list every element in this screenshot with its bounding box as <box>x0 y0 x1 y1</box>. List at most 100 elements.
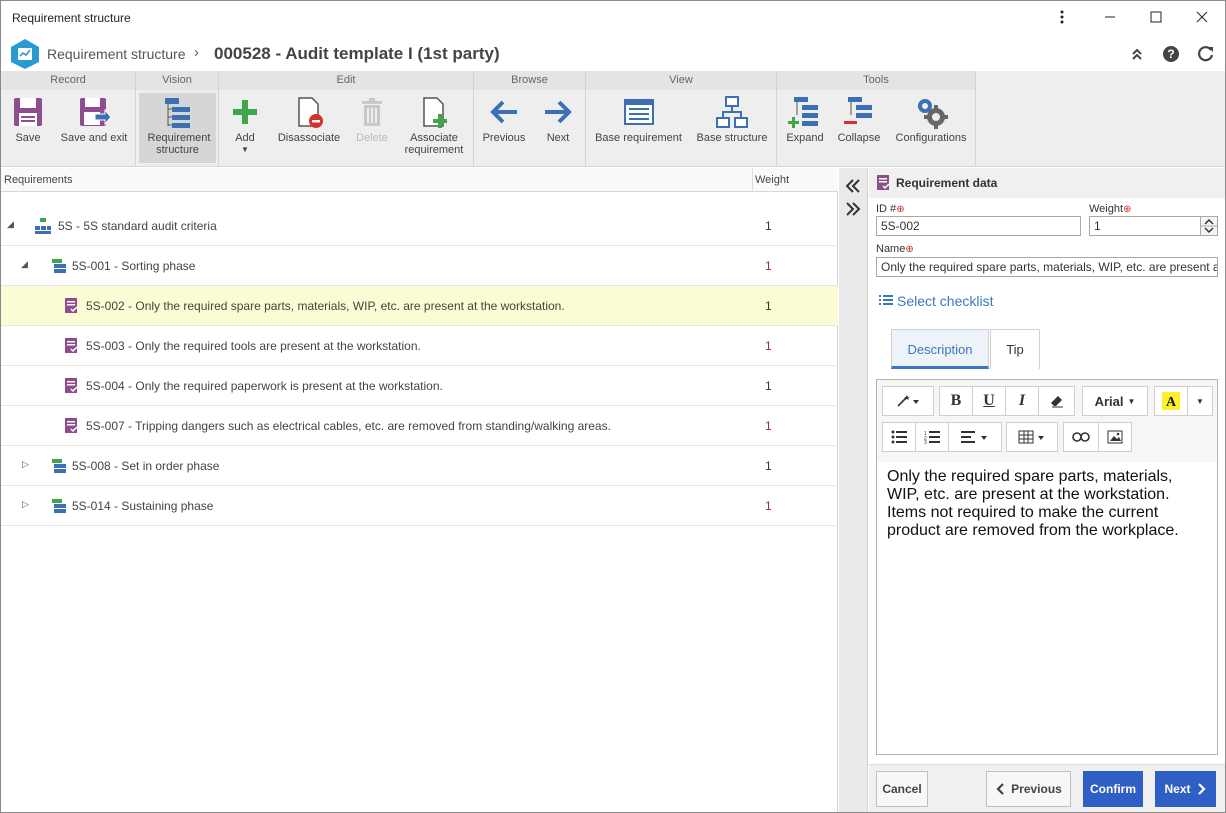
app-window: Requirement structure Requirement struct… <box>0 0 1226 813</box>
base-structure-button[interactable]: Base structure <box>692 93 772 163</box>
tree-row-label: 5S-003 - Only the required tools are pre… <box>86 339 421 353</box>
next-button-label: Next <box>1164 782 1191 796</box>
column-header-requirements[interactable]: Requirements <box>4 174 72 186</box>
save-label: Save <box>15 132 41 144</box>
refresh-icon[interactable] <box>1196 44 1216 64</box>
more-options-icon[interactable] <box>1039 1 1085 33</box>
select-checklist-link[interactable]: Select checklist <box>897 293 993 309</box>
tree-row[interactable]: 5S-004 - Only the required paperwork is … <box>1 366 838 406</box>
help-icon[interactable]: ? <box>1161 44 1181 64</box>
previous-button[interactable]: Previous <box>986 771 1071 807</box>
ribbon-group-title: Edit <box>219 71 473 90</box>
previous-label: Previous <box>482 132 526 144</box>
collapse-left-icon[interactable] <box>844 177 862 195</box>
image-insert-button[interactable] <box>1098 422 1132 452</box>
underline-button[interactable]: U <box>972 386 1006 416</box>
requirements-tree-panel: Requirements Weight ◢ 5S - 5S standard a… <box>1 168 838 812</box>
bullet-list-button[interactable] <box>882 422 916 452</box>
table-insert-button[interactable] <box>1006 422 1058 452</box>
group-icon <box>50 458 66 474</box>
column-divider[interactable] <box>752 168 753 192</box>
tree-row[interactable]: ◢ 5S - 5S standard audit criteria 1 <box>1 206 838 246</box>
collapse-right-icon[interactable] <box>844 200 862 218</box>
ribbon-group-browse: Browse Previous Next <box>474 71 586 167</box>
id-field[interactable]: 5S-002 <box>876 216 1081 236</box>
tree-row[interactable]: ◢ 5S-001 - Sorting phase 1 <box>1 246 838 286</box>
numbered-list-button[interactable]: 123 <box>915 422 949 452</box>
weight-field[interactable]: 1 <box>1089 216 1202 236</box>
requirement-structure-button[interactable]: Requirement structure <box>139 93 216 163</box>
maximize-button[interactable] <box>1133 1 1179 33</box>
collapse-toggle-icon[interactable]: ◢ <box>7 219 14 230</box>
expand-icon <box>788 95 822 129</box>
chevron-left-icon <box>996 783 1004 795</box>
panel-splitter[interactable] <box>839 168 868 812</box>
list-icon <box>879 294 893 309</box>
align-select[interactable] <box>948 422 1002 452</box>
font-select[interactable]: Arial ▼ <box>1082 386 1148 416</box>
panel-title: Requirement data <box>896 176 998 190</box>
link-button[interactable] <box>1063 422 1099 452</box>
name-field[interactable]: Only the required spare parts, materials… <box>876 257 1218 277</box>
tree-row[interactable]: 5S-003 - Only the required tools are pre… <box>1 326 838 366</box>
base-requirement-button[interactable]: Base requirement <box>592 93 685 163</box>
disassociate-button[interactable]: Disassociate <box>273 93 345 163</box>
tree-row-label: 5S-004 - Only the required paperwork is … <box>86 379 443 393</box>
tree-row-weight: 1 <box>765 219 772 233</box>
column-header-weight[interactable]: Weight <box>755 174 789 186</box>
magic-format-button[interactable] <box>882 386 934 416</box>
base-requirement-icon <box>622 95 656 129</box>
required-icon: ⊕ <box>896 204 905 215</box>
expand-button[interactable]: Expand <box>781 93 829 163</box>
svg-text:A: A <box>1166 395 1177 410</box>
next-ribbon-button[interactable]: Next <box>536 93 580 163</box>
tree-row-weight: 1 <box>765 419 772 433</box>
ribbon-group-vision: Vision Requirement structure <box>136 71 219 167</box>
name-field-label: Name⊕ <box>876 243 914 255</box>
tab-tip[interactable]: Tip <box>990 329 1040 369</box>
expand-toggle-icon[interactable]: ▷ <box>22 499 29 510</box>
collapse-up-icon[interactable] <box>1127 44 1147 64</box>
base-structure-icon <box>715 95 749 129</box>
expand-toggle-icon[interactable]: ▷ <box>22 459 29 470</box>
collapse-toggle-icon[interactable]: ◢ <box>21 259 28 270</box>
chevron-right-icon <box>1197 783 1206 795</box>
page-header: Requirement structure › 000528 - Audit t… <box>1 35 1225 71</box>
weight-stepper[interactable] <box>1200 216 1218 236</box>
next-button[interactable]: Next <box>1155 771 1216 807</box>
configurations-button[interactable]: Configurations <box>891 93 971 163</box>
tree-row[interactable]: ▷ 5S-014 - Sustaining phase 1 <box>1 486 838 526</box>
associate-requirement-label: Associate requirement <box>404 132 464 156</box>
collapse-button[interactable]: Collapse <box>833 93 885 163</box>
associate-requirement-button[interactable]: Associate requirement <box>399 93 469 163</box>
title-bar: Requirement structure <box>1 1 1225 35</box>
ribbon-group-edit: Edit Add ▼ Disassociate Delete Associate… <box>219 71 474 167</box>
ribbon-group-tools: Tools Expand Collapse Configurations <box>777 71 976 167</box>
tab-description[interactable]: Description <box>891 329 989 369</box>
description-text[interactable]: Only the required spare parts, materials… <box>887 468 1207 540</box>
cancel-button[interactable]: Cancel <box>876 771 928 807</box>
base-structure-label: Base structure <box>696 132 768 144</box>
delete-button[interactable]: Delete <box>352 93 392 163</box>
ribbon-group-title: Record <box>1 71 135 90</box>
save-button[interactable]: Save <box>5 93 51 163</box>
save-and-exit-button[interactable]: Save and exit <box>55 93 133 163</box>
confirm-button[interactable]: Confirm <box>1083 771 1143 807</box>
breadcrumb-root[interactable]: Requirement structure <box>47 46 186 62</box>
tree-row[interactable]: ▷ 5S-008 - Set in order phase 1 <box>1 446 838 486</box>
requirement-icon <box>63 298 79 314</box>
tree-row-selected[interactable]: 5S-002 - Only the required spare parts, … <box>1 286 838 326</box>
associate-icon <box>417 95 451 129</box>
close-button[interactable] <box>1179 1 1225 33</box>
add-button[interactable]: Add ▼ <box>225 93 265 163</box>
ribbon-group-title: Vision <box>136 71 218 90</box>
previous-ribbon-button[interactable]: Previous <box>478 93 530 163</box>
highlight-color-dropdown[interactable]: ▼ <box>1187 386 1213 416</box>
eraser-button[interactable] <box>1038 386 1075 416</box>
highlight-color-button[interactable]: A <box>1154 386 1188 416</box>
tree-row[interactable]: 5S-007 - Tripping dangers such as electr… <box>1 406 838 446</box>
breadcrumb-separator-icon: › <box>194 44 199 61</box>
italic-button[interactable]: I <box>1005 386 1039 416</box>
minimize-button[interactable] <box>1087 1 1133 33</box>
bold-button[interactable]: B <box>939 386 973 416</box>
